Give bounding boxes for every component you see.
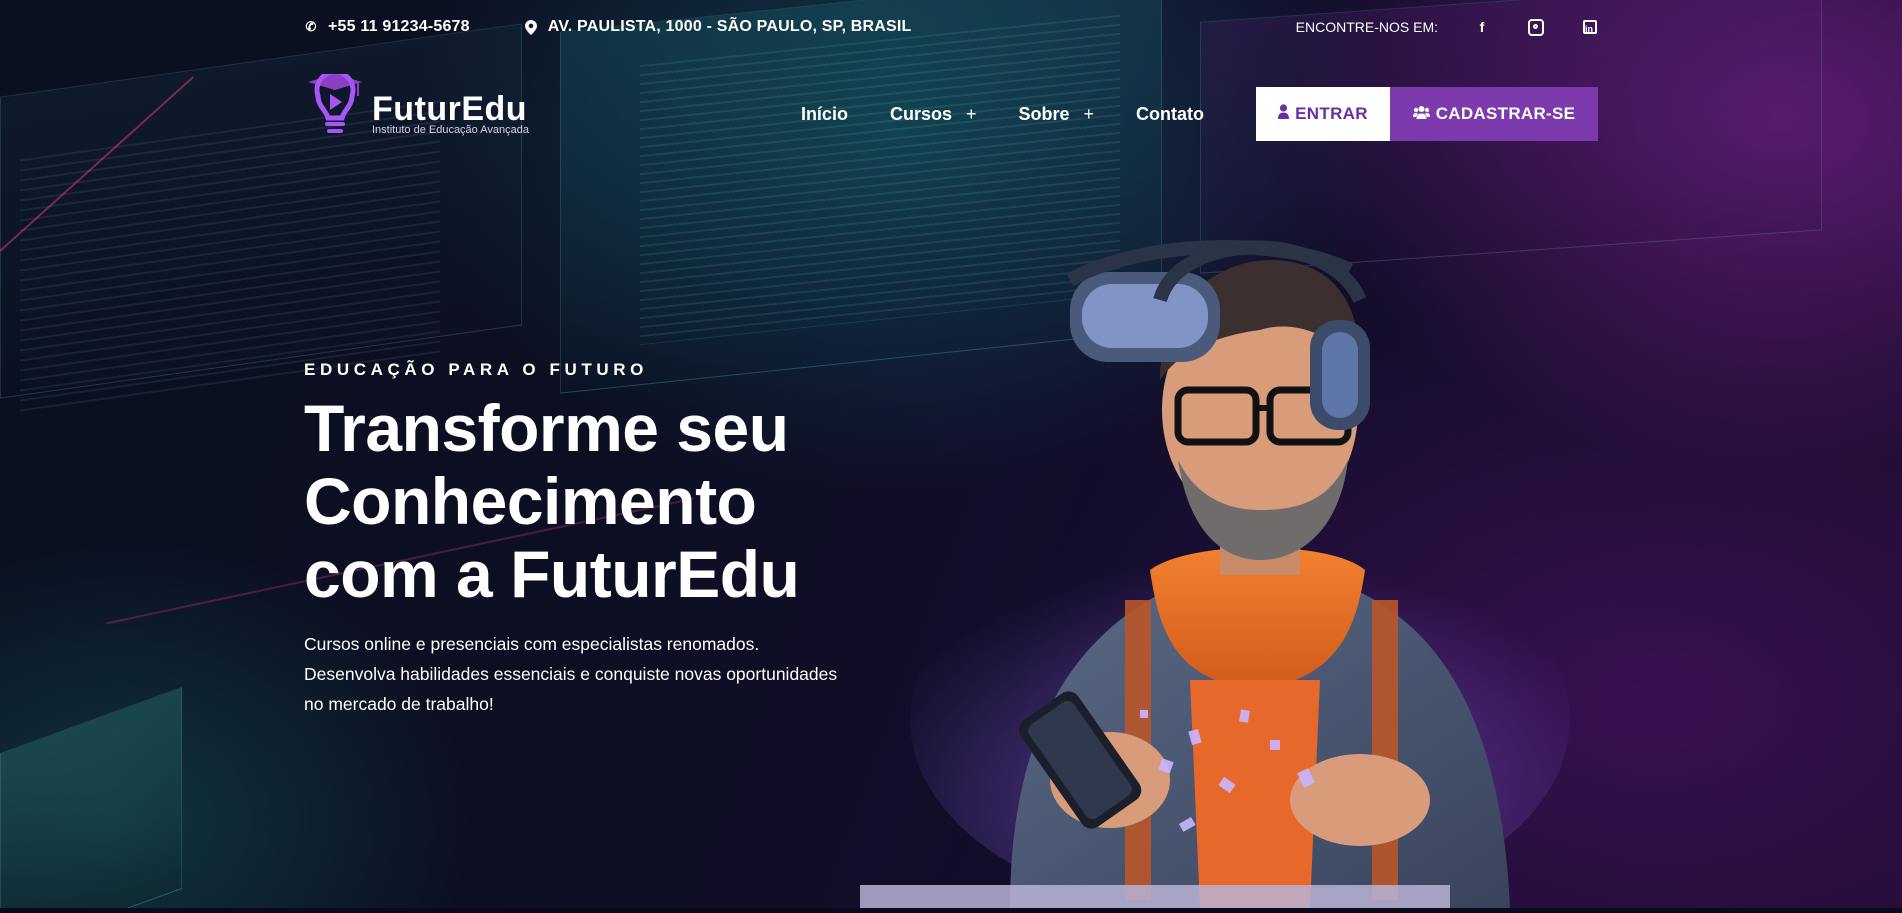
- hero-eyebrow: EDUCAÇÃO PARA O FUTURO: [304, 360, 648, 379]
- login-label: ENTRAR: [1295, 104, 1368, 123]
- nav-item-label: Cursos: [889, 103, 952, 124]
- hero-title-line: Transforme seu: [304, 391, 789, 465]
- signup-label: CADASTRAR-SE: [1435, 104, 1576, 123]
- nav-item-inicio[interactable]: Início: [801, 104, 848, 125]
- phone-number: +55 11 91234-5678: [328, 18, 470, 35]
- hero-title-line: Conhecimento: [304, 464, 757, 538]
- nav-item-contato[interactable]: Contato: [1136, 104, 1204, 125]
- background-keyboard: [0, 686, 182, 908]
- plus-icon[interactable]: +: [1084, 104, 1095, 125]
- plus-icon[interactable]: +: [966, 104, 977, 125]
- nav-item-sobre[interactable]: Sobre +: [1018, 104, 1094, 125]
- users-icon: [1412, 104, 1430, 124]
- linkedin-icon[interactable]: in: [1582, 19, 1598, 35]
- logo[interactable]: FuturEdu Instituto de Educação Avançada: [304, 69, 529, 154]
- hero-description: Cursos online e presenciais com especial…: [304, 634, 838, 714]
- top-info-bar: ✆ +55 11 91234-5678 AV. PAULISTA, 1000 -…: [304, 14, 1598, 40]
- nav-item-label: Início: [800, 103, 848, 124]
- social-label: ENCONTRE-NOS EM:: [1295, 19, 1438, 35]
- hero-title-line: com a FuturEdu: [304, 537, 800, 611]
- user-icon: [1278, 104, 1290, 124]
- signup-button[interactable]: CADASTRAR-SE: [1390, 87, 1598, 141]
- auth-buttons: ENTRAR CADASTRAR-SE: [1256, 87, 1598, 141]
- logo-mark-icon: [304, 69, 366, 154]
- nav-item-cursos[interactable]: Cursos +: [890, 104, 977, 125]
- nav-item-label: Sobre: [1018, 103, 1070, 124]
- map-pin-icon: [524, 20, 538, 35]
- address-text: AV. PAULISTA, 1000 - SÃO PAULO, SP, BRAS…: [547, 18, 912, 35]
- nav-item-label: Contato: [1136, 103, 1204, 124]
- hero-title: Transforme seu Conhecimento com a FuturE…: [304, 392, 864, 611]
- login-button[interactable]: ENTRAR: [1256, 87, 1390, 141]
- logo-brand: FuturEdu: [372, 90, 528, 128]
- main-header: FuturEdu Instituto de Educação Avançada …: [304, 69, 1598, 150]
- hero-illustration: [850, 240, 1600, 913]
- phone-icon: ✆: [305, 19, 317, 34]
- facebook-icon[interactable]: f: [1474, 19, 1490, 35]
- main-nav: Início Cursos + Sobre + Contato: [801, 104, 1204, 125]
- logo-tagline: Instituto de Educação Avançada: [372, 124, 529, 136]
- address-info: AV. PAULISTA, 1000 - SÃO PAULO, SP, BRAS…: [524, 18, 912, 36]
- phone-info[interactable]: ✆ +55 11 91234-5678: [304, 18, 470, 36]
- instagram-icon[interactable]: [1528, 18, 1544, 36]
- hero-section: EDUCAÇÃO PARA O FUTURO Transforme seu Co…: [304, 360, 864, 719]
- social-links: ENCONTRE-NOS EM: f in: [1295, 18, 1598, 36]
